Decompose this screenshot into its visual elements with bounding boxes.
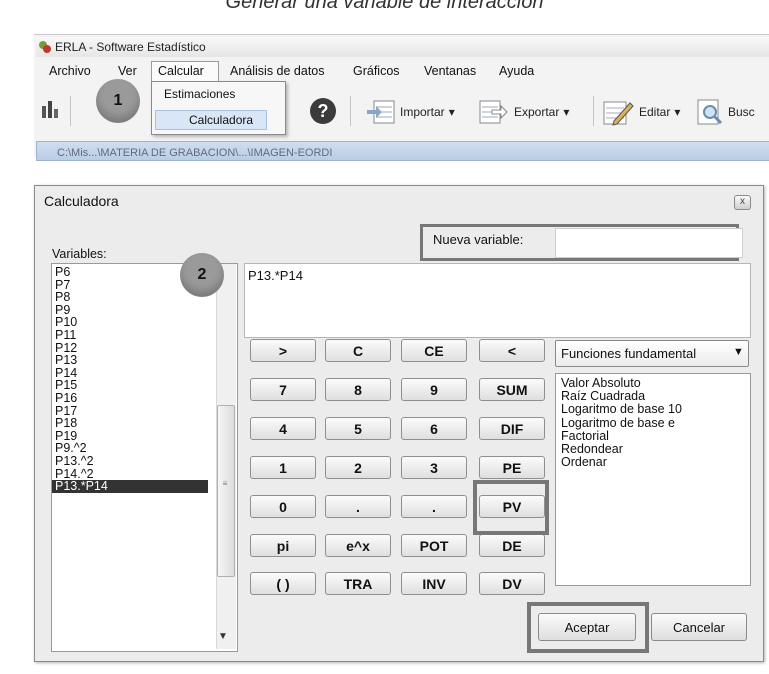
key-pot-button[interactable]: POT [401, 534, 467, 557]
function-list-item[interactable]: Logaritmo de base 10 [561, 403, 682, 416]
scroll-down-arrow-icon[interactable]: ▼ [218, 631, 228, 642]
menu-item-calculadora[interactable]: Calculadora [155, 110, 267, 130]
key-one-button[interactable]: 1 [250, 456, 316, 479]
close-icon: x [740, 196, 745, 207]
chevron-down-icon: ▾ [674, 105, 681, 119]
key-de-button[interactable]: DE [479, 534, 545, 557]
chevron-down-icon: ▾ [563, 105, 570, 119]
menu-archivo[interactable]: Archivo [49, 64, 91, 78]
variable-list-item[interactable]: P13.*P14 [52, 480, 208, 494]
function-list-item[interactable]: Redondear [561, 443, 623, 456]
toolbar-separator [70, 96, 71, 126]
help-icon[interactable]: ? [308, 96, 338, 126]
chart-tool-icon[interactable] [40, 96, 62, 120]
key-tra-button[interactable]: TRA [325, 572, 391, 595]
export-icon [479, 100, 508, 124]
key-zero-button[interactable]: 0 [250, 495, 316, 518]
figure-caption: Generar una variable de interacción [225, 0, 544, 13]
step-callout-2: 2 [180, 253, 224, 297]
import-label: Importar [400, 105, 445, 119]
document-window-titlebar: C:\Mis...\MATERIA DE GRABACION\...\IMAGE… [36, 141, 769, 161]
scrollbar-thumb[interactable] [217, 405, 235, 577]
app-title: ERLA - Software Estadístico [55, 40, 206, 54]
search-label: Busc [728, 105, 755, 119]
menu-item-estimaciones[interactable]: Estimaciones [164, 87, 235, 101]
toolbar-separator [593, 96, 594, 126]
function-list-item[interactable]: Raíz Cuadrada [561, 390, 645, 403]
chevron-down-icon[interactable]: ▼ [733, 346, 744, 358]
function-list-item[interactable]: Logaritmo de base e [561, 416, 675, 430]
chevron-down-icon: ▾ [448, 105, 455, 119]
key-exp-button[interactable]: e^x [325, 534, 391, 557]
export-label: Exportar [514, 105, 560, 119]
key-decimal-point-button[interactable]: . [325, 495, 391, 518]
variables-listbox[interactable]: P6 P7 P8 P9 P10 P11 P12 P13 P14 P15 P16 P17 P18 P19 P9… [51, 263, 238, 652]
key-five-button[interactable]: 5 [325, 417, 391, 440]
search-icon [697, 99, 723, 125]
key-greater-than-button[interactable]: > [250, 339, 316, 362]
key-dv-button[interactable]: DV [479, 572, 545, 595]
key-pe-button[interactable]: PE [479, 456, 545, 479]
import-icon [367, 100, 395, 124]
new-variable-input[interactable] [555, 228, 743, 258]
function-list-item[interactable]: Ordenar [561, 456, 607, 469]
export-button[interactable]: Exportar ▾ [478, 95, 569, 129]
svg-text:?: ? [318, 101, 329, 121]
close-button[interactable]: x [734, 195, 751, 210]
key-decimal-point-2-button[interactable]: . [401, 495, 467, 518]
new-variable-label: Nueva variable: [433, 232, 524, 247]
key-six-button[interactable]: 6 [401, 417, 467, 440]
toolbar-separator [350, 96, 351, 126]
edit-icon [603, 101, 634, 126]
key-nine-button[interactable]: 9 [401, 378, 467, 401]
menu-ventanas[interactable]: Ventanas [424, 64, 476, 78]
step-callout-1: 1 [96, 79, 140, 123]
key-two-button[interactable]: 2 [325, 456, 391, 479]
menu-analisis-datos[interactable]: Análisis de datos [230, 64, 325, 78]
key-eight-button[interactable]: 8 [325, 378, 391, 401]
dialog-title: Calculadora [44, 193, 119, 209]
menu-ver[interactable]: Ver [118, 64, 137, 78]
search-button[interactable]: Busc [696, 95, 755, 129]
key-less-than-button[interactable]: < [479, 339, 545, 362]
import-button[interactable]: Importar ▾ [366, 95, 455, 129]
key-parentheses-button[interactable]: ( ) [250, 572, 316, 595]
key-four-button[interactable]: 4 [250, 417, 316, 440]
key-clear-entry-button[interactable]: CE [401, 339, 467, 362]
variables-label: Variables: [52, 247, 107, 261]
menu-bar [34, 60, 769, 82]
key-three-button[interactable]: 3 [401, 456, 467, 479]
functions-select-value: Funciones fundamental [561, 346, 697, 361]
edit-label: Editar [639, 105, 671, 119]
function-list-item[interactable]: Factorial [561, 429, 609, 443]
document-window-title: C:\Mis...\MATERIA DE GRABACION\...\IMAGE… [57, 147, 333, 159]
app-logo-icon [39, 41, 51, 53]
key-dif-button[interactable]: DIF [479, 417, 545, 440]
key-pi-button[interactable]: pi [250, 534, 316, 557]
menu-ayuda[interactable]: Ayuda [499, 64, 534, 78]
ok-button[interactable]: Aceptar [538, 613, 636, 641]
expression-text: P13.*P14 [248, 268, 303, 283]
key-seven-button[interactable]: 7 [250, 378, 316, 401]
menu-calcular[interactable]: Calcular [158, 64, 204, 78]
edit-button[interactable]: Editar ▾ [601, 95, 680, 129]
function-list-item[interactable]: Valor Absoluto [561, 377, 641, 390]
scrollbar-grip-icon: ≡ [222, 479, 228, 488]
key-inv-button[interactable]: INV [401, 572, 467, 595]
menu-graficos[interactable]: Gráficos [353, 64, 400, 78]
expression-box[interactable] [244, 263, 751, 338]
key-sum-button[interactable]: SUM [479, 378, 545, 401]
key-clear-button[interactable]: C [325, 339, 391, 362]
cancel-button[interactable]: Cancelar [651, 613, 747, 641]
pv-button-highlight [473, 480, 549, 535]
